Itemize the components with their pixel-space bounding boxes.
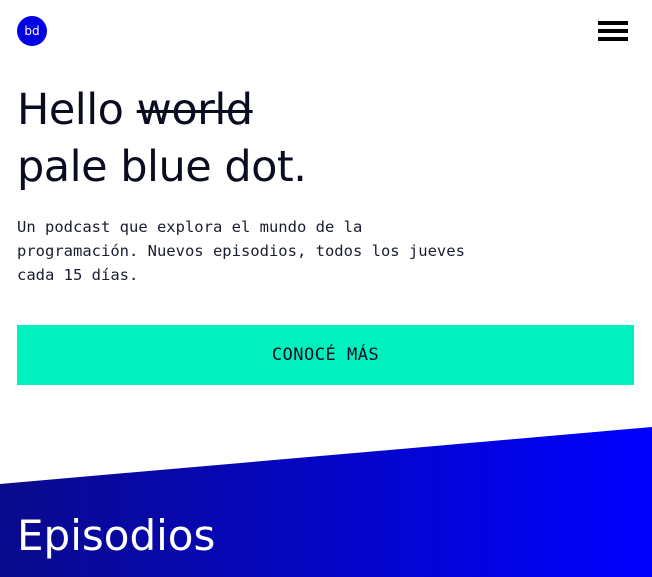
learn-more-button[interactable]: CONOCÉ MÁS [17,325,634,385]
menu-bar-bottom [598,37,628,41]
headline-struck-word: world [136,85,253,135]
hero-tagline: Un podcast que explora el mundo de la pr… [17,218,465,284]
logo[interactable]: bd [17,16,47,46]
headline-line-2: pale blue dot. [17,142,307,192]
headline-hello: Hello [17,85,124,135]
menu-bar-middle [598,29,628,33]
hero-headline: Hello world pale blue dot. [17,82,307,196]
hamburger-menu-icon[interactable] [598,19,628,45]
episodes-title: Episodios [17,511,216,560]
menu-bar-top [598,21,628,25]
